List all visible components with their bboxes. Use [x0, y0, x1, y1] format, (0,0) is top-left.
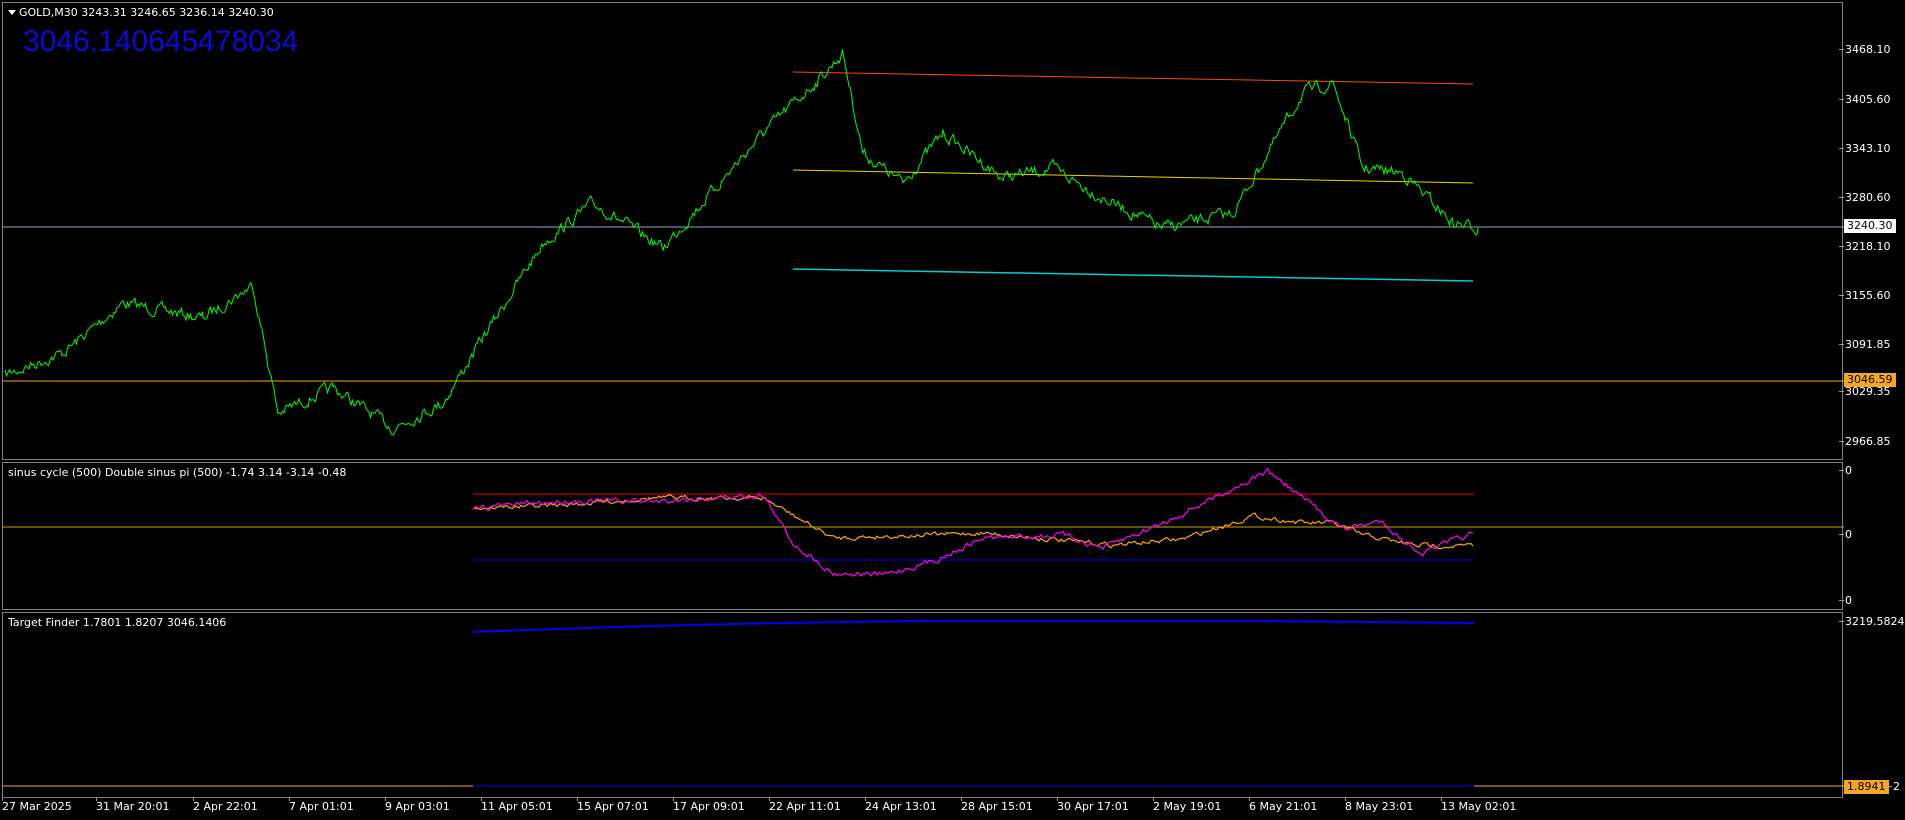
price-tick: 3091.85	[1839, 338, 1891, 351]
time-label: 28 Apr 15:01	[961, 798, 1033, 813]
symbol-info: GOLD,M30 3243.31 3246.65 3236.14 3240.30	[8, 6, 274, 19]
price-series-line	[4, 49, 1479, 436]
time-label: 11 Apr 05:01	[481, 798, 553, 813]
channel-bottom-line	[792, 268, 1474, 282]
time-label: 27 Mar 2025	[2, 798, 72, 813]
price-tick: 3218.10	[1839, 240, 1891, 253]
target-level-label: 1.8941	[1844, 780, 1889, 794]
target-finder-canvas[interactable]	[3, 613, 1844, 799]
price-chart-canvas[interactable]	[3, 3, 1844, 461]
target-finder-curve	[472, 620, 1475, 633]
target-tick: 3219.5824	[1839, 615, 1905, 628]
time-label: 2 Apr 22:01	[193, 798, 258, 813]
time-label: 2 May 19:01	[1153, 798, 1222, 813]
time-label: 8 May 23:01	[1345, 798, 1414, 813]
indicator-big-value: 3046.140645478034	[23, 25, 299, 58]
time-label: 31 Mar 20:01	[96, 798, 170, 813]
sinus-axis: 0 0 0	[1839, 462, 1905, 610]
sinus-cycle-canvas[interactable]	[3, 463, 1844, 611]
bid-price-label: 3240.30	[1844, 219, 1896, 233]
target-tick-suffix: 2	[1887, 780, 1900, 793]
channel-middle-line	[792, 169, 1474, 184]
sinus-tick: 0	[1839, 464, 1852, 477]
time-label: 13 May 02:01	[1441, 798, 1517, 813]
target-axis: 3219.5824 2	[1839, 612, 1905, 798]
time-label: 30 Apr 17:01	[1057, 798, 1129, 813]
price-tick: 3155.60	[1839, 289, 1891, 302]
price-tick: 3405.60	[1839, 93, 1891, 106]
time-label: 6 May 21:01	[1249, 798, 1318, 813]
price-chart-pane[interactable]: GOLD,M30 3243.31 3246.65 3236.14 3240.30…	[2, 2, 1844, 461]
price-tick: 2966.85	[1839, 435, 1891, 448]
time-label: 7 Apr 01:01	[289, 798, 354, 813]
price-tick: 3280.60	[1839, 191, 1891, 204]
time-label: 9 Apr 03:01	[385, 798, 450, 813]
level-price-label: 3046.59	[1844, 373, 1896, 387]
channel-top-line	[792, 71, 1474, 85]
price-tick: 3343.10	[1839, 142, 1891, 155]
target-finder-pane[interactable]: Target Finder 1.7801 1.8207 3046.1406	[2, 612, 1844, 799]
time-label: 17 Apr 09:01	[673, 798, 745, 813]
price-tick: 3468.10	[1839, 43, 1891, 56]
time-label: 15 Apr 07:01	[577, 798, 649, 813]
sinus-cycle-pane[interactable]: sinus cycle (500) Double sinus pi (500) …	[2, 462, 1844, 611]
time-label: 24 Apr 13:01	[865, 798, 937, 813]
symbol-ohlc-text: GOLD,M30 3243.31 3246.65 3236.14 3240.30	[19, 6, 274, 19]
dropdown-triangle-icon[interactable]	[8, 10, 16, 15]
sinus-indicator-title: sinus cycle (500) Double sinus pi (500) …	[8, 466, 347, 479]
sinus-tick: 0	[1839, 594, 1852, 607]
sinus-tick: 0	[1839, 528, 1852, 541]
time-label: 22 Apr 11:01	[769, 798, 841, 813]
target-finder-title: Target Finder 1.7801 1.8207 3046.1406	[8, 616, 227, 629]
